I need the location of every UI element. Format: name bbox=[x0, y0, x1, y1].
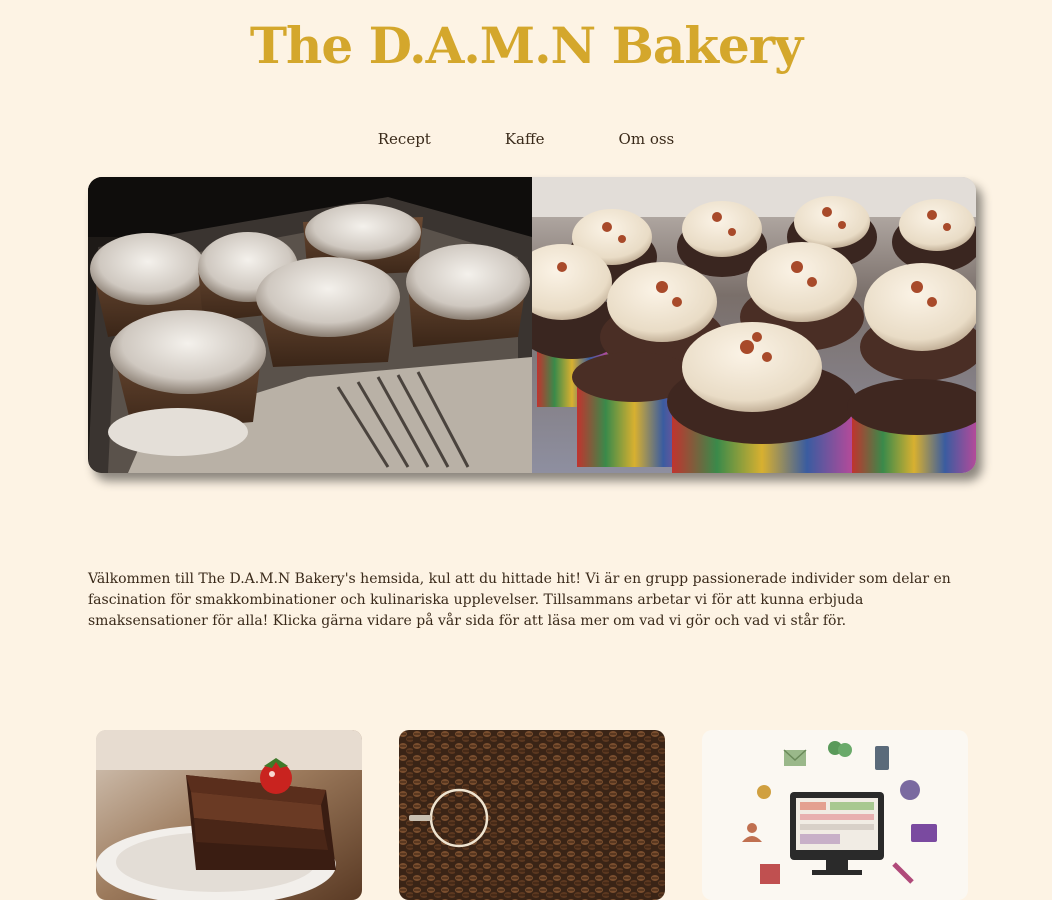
kaffe-card[interactable] bbox=[399, 730, 665, 900]
chocolate-cake-photo bbox=[96, 730, 362, 900]
om-oss-card[interactable] bbox=[702, 730, 968, 900]
frosted-cupcakes-photo bbox=[532, 177, 976, 473]
nav-item-kaffe[interactable]: Kaffe bbox=[468, 128, 582, 150]
coffee-beans-photo bbox=[399, 730, 665, 900]
contact-illustration bbox=[702, 730, 968, 900]
powdered-muffins-photo bbox=[88, 177, 532, 473]
recept-card[interactable] bbox=[96, 730, 362, 900]
nav-item-recept[interactable]: Recept bbox=[341, 128, 468, 150]
intro-text: Välkommen till The D.A.M.N Bakery's hems… bbox=[88, 571, 951, 629]
site-title: The D.A.M.N Bakery bbox=[249, 16, 803, 75]
main-nav: Recept Kaffe Om oss bbox=[0, 128, 1052, 150]
hero-banner bbox=[88, 177, 976, 473]
nav-item-om-oss[interactable]: Om oss bbox=[582, 128, 712, 150]
